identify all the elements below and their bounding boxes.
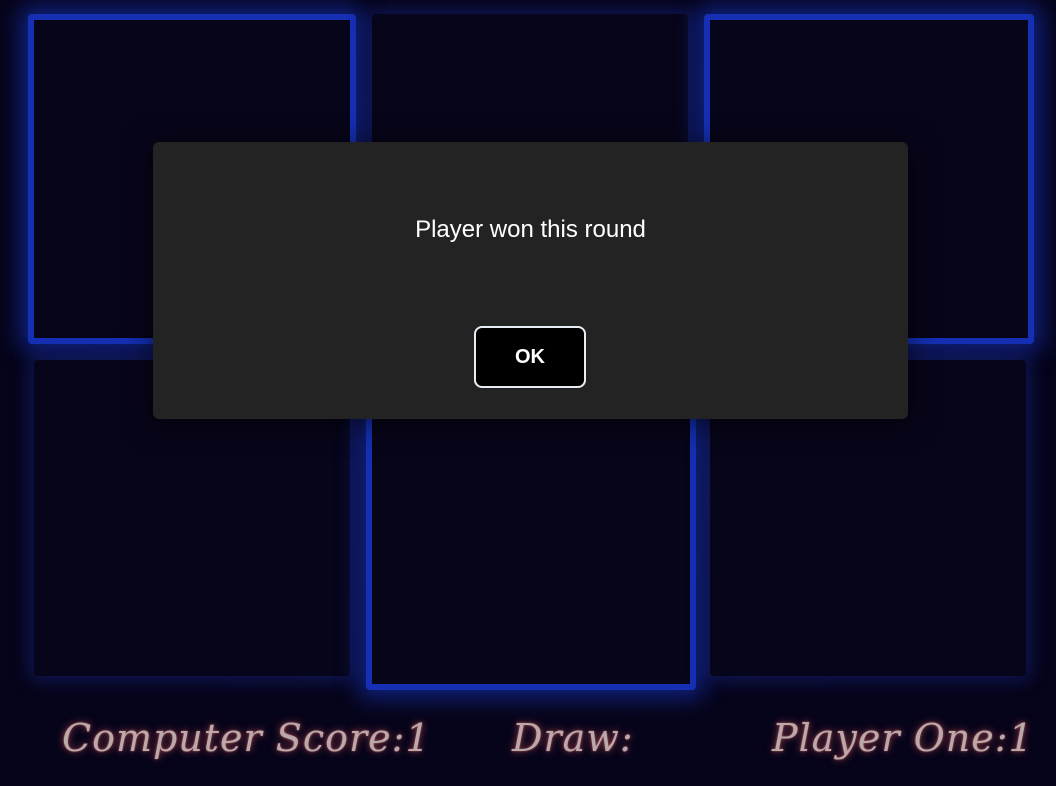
scoreboard: Computer Score:1 Draw: Player One:1 bbox=[0, 716, 1056, 776]
draw-score: Draw: bbox=[512, 716, 634, 760]
round-result-dialog: Player won this round OK bbox=[153, 142, 908, 419]
draw-score-label: Draw: bbox=[512, 716, 634, 760]
dialog-message: Player won this round bbox=[415, 216, 646, 243]
game-stage: Computer Score:1 Draw: Player One:1 Play… bbox=[0, 0, 1056, 786]
computer-score: Computer Score:1 bbox=[62, 716, 431, 760]
player-score-label: Player One: bbox=[772, 716, 1009, 760]
player-score-value: 1 bbox=[1008, 716, 1034, 760]
player-score: Player One:1 bbox=[772, 716, 1034, 760]
computer-score-value: 1 bbox=[405, 716, 431, 760]
ok-button[interactable]: OK bbox=[474, 326, 586, 388]
computer-score-label: Computer Score: bbox=[62, 716, 406, 760]
